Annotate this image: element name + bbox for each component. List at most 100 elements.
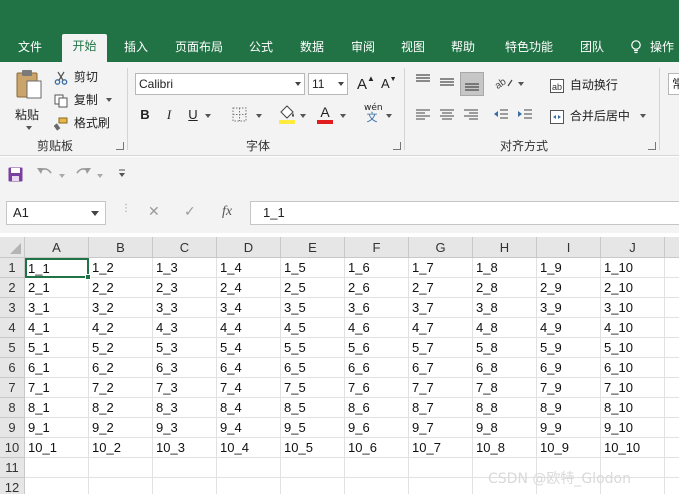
phonetic-button[interactable]: wén 文 (364, 104, 383, 124)
fill-color-dropdown-icon[interactable] (300, 114, 306, 118)
cell-b4[interactable]: 4_2 (89, 318, 153, 338)
cell-b7[interactable]: 7_2 (89, 378, 153, 398)
cell-f9[interactable]: 9_6 (345, 418, 409, 438)
cell-b12[interactable] (89, 478, 153, 494)
cell-b10[interactable]: 10_2 (89, 438, 153, 458)
row-header[interactable]: 9 (0, 418, 25, 438)
cell-i7[interactable]: 7_9 (537, 378, 601, 398)
fill-color-button[interactable] (278, 104, 296, 127)
cancel-entry-icon[interactable]: ✕ (148, 204, 160, 220)
row-header[interactable]: 6 (0, 358, 25, 378)
row-header[interactable]: 1 (0, 258, 25, 278)
cell-g11[interactable] (409, 458, 473, 478)
alignment-launcher-icon[interactable] (648, 142, 656, 150)
grow-font-button[interactable]: A▲ (357, 74, 375, 93)
cell-c9[interactable]: 9_3 (153, 418, 217, 438)
cell-h9[interactable]: 9_8 (473, 418, 537, 438)
cell-j2[interactable]: 2_10 (601, 278, 665, 298)
cut-button[interactable]: 剪切 (54, 68, 98, 85)
cell-i6[interactable]: 6_9 (537, 358, 601, 378)
cell-d1[interactable]: 1_4 (217, 258, 281, 278)
cell-overflow[interactable] (665, 258, 679, 278)
cell-i5[interactable]: 5_9 (537, 338, 601, 358)
cell-h7[interactable]: 7_8 (473, 378, 537, 398)
font-color-button[interactable]: A (316, 104, 334, 124)
cell-h3[interactable]: 3_8 (473, 298, 537, 318)
cell-f12[interactable] (345, 478, 409, 494)
cell-i2[interactable]: 2_9 (537, 278, 601, 298)
row-header[interactable]: 10 (0, 438, 25, 458)
cell-overflow[interactable] (665, 478, 679, 494)
cell-b6[interactable]: 6_2 (89, 358, 153, 378)
cell-c1[interactable]: 1_3 (153, 258, 217, 278)
column-header-h[interactable]: H (473, 237, 537, 258)
customize-qat-button[interactable] (118, 167, 126, 181)
font-launcher-icon[interactable] (393, 142, 401, 150)
cell-overflow[interactable] (665, 398, 679, 418)
cell-i4[interactable]: 4_9 (537, 318, 601, 338)
cell-d3[interactable]: 3_4 (217, 298, 281, 318)
cell-d7[interactable]: 7_4 (217, 378, 281, 398)
increase-indent-button[interactable] (516, 107, 534, 126)
cell-h6[interactable]: 6_8 (473, 358, 537, 378)
cell-c3[interactable]: 3_3 (153, 298, 217, 318)
cell-c10[interactable]: 10_3 (153, 438, 217, 458)
cell-a3[interactable]: 3_1 (25, 298, 89, 318)
cell-i3[interactable]: 3_9 (537, 298, 601, 318)
tell-me-box[interactable]: 操作 (630, 38, 674, 55)
cell-c2[interactable]: 2_3 (153, 278, 217, 298)
cell-e4[interactable]: 4_5 (281, 318, 345, 338)
tab-8[interactable]: 视图 (393, 38, 433, 62)
cell-c12[interactable] (153, 478, 217, 494)
cell-g12[interactable] (409, 478, 473, 494)
tab-3[interactable]: 插入 (114, 38, 158, 62)
cell-b9[interactable]: 9_2 (89, 418, 153, 438)
cell-j9[interactable]: 9_10 (601, 418, 665, 438)
cell-c8[interactable]: 8_3 (153, 398, 217, 418)
cell-g1[interactable]: 1_7 (409, 258, 473, 278)
column-header-g[interactable]: G (409, 237, 473, 258)
cell-i1[interactable]: 1_9 (537, 258, 601, 278)
tab-7[interactable]: 审阅 (343, 38, 383, 62)
cell-j10[interactable]: 10_10 (601, 438, 665, 458)
tab-5[interactable]: 公式 (241, 38, 281, 62)
cell-overflow[interactable] (665, 318, 679, 338)
cell-overflow[interactable] (665, 298, 679, 318)
cell-overflow[interactable] (665, 378, 679, 398)
cell-d10[interactable]: 10_4 (217, 438, 281, 458)
cell-d9[interactable]: 9_4 (217, 418, 281, 438)
wrap-text-button[interactable]: ab 自动换行 (550, 76, 618, 93)
cell-e12[interactable] (281, 478, 345, 494)
cell-a1[interactable]: 1_1 (25, 258, 89, 278)
font-name-select[interactable]: Calibri (135, 73, 305, 95)
row-header[interactable]: 8 (0, 398, 25, 418)
cell-a4[interactable]: 4_1 (25, 318, 89, 338)
cell-a10[interactable]: 10_1 (25, 438, 89, 458)
cell-a12[interactable] (25, 478, 89, 494)
cell-e6[interactable]: 6_5 (281, 358, 345, 378)
cell-h4[interactable]: 4_8 (473, 318, 537, 338)
fill-handle[interactable] (85, 274, 91, 280)
cell-g2[interactable]: 2_7 (409, 278, 473, 298)
cell-f2[interactable]: 2_6 (345, 278, 409, 298)
cell-overflow[interactable] (665, 458, 679, 478)
cell-a2[interactable]: 2_1 (25, 278, 89, 298)
cell-b5[interactable]: 5_2 (89, 338, 153, 358)
cell-d8[interactable]: 8_4 (217, 398, 281, 418)
cell-a11[interactable] (25, 458, 89, 478)
format-painter-button[interactable]: 格式刷 (54, 114, 110, 131)
number-format-select[interactable]: 常 (668, 73, 679, 95)
cell-d12[interactable] (217, 478, 281, 494)
cell-f8[interactable]: 8_6 (345, 398, 409, 418)
cell-j5[interactable]: 5_10 (601, 338, 665, 358)
cell-a5[interactable]: 5_1 (25, 338, 89, 358)
cell-e9[interactable]: 9_5 (281, 418, 345, 438)
cell-c7[interactable]: 7_3 (153, 378, 217, 398)
undo-dropdown-icon[interactable] (59, 174, 65, 178)
cell-c11[interactable] (153, 458, 217, 478)
column-header-c[interactable]: C (153, 237, 217, 258)
cell-e11[interactable] (281, 458, 345, 478)
cell-b11[interactable] (89, 458, 153, 478)
cell-f1[interactable]: 1_6 (345, 258, 409, 278)
underline-button[interactable]: U (184, 106, 202, 124)
